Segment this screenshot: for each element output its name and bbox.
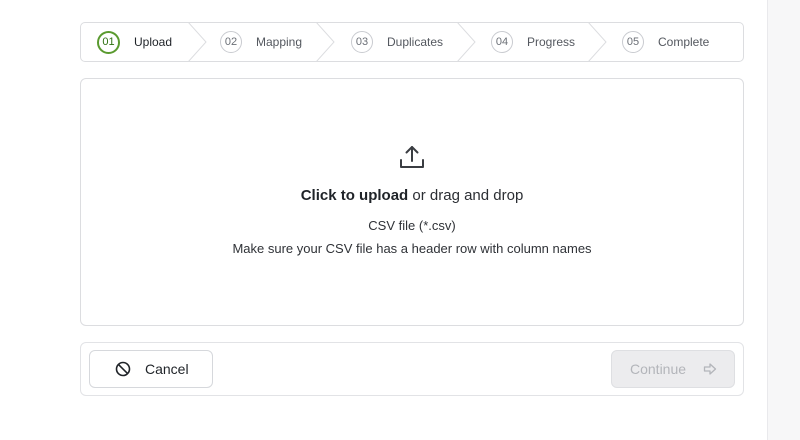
- step-progress[interactable]: 04 Progress: [491, 23, 575, 61]
- upload-icon: [400, 146, 424, 168]
- step-upload[interactable]: 01 Upload: [97, 23, 172, 61]
- ban-icon: [115, 361, 131, 377]
- upload-instruction: Click to upload or drag and drop: [0, 187, 800, 204]
- step-number: 03: [351, 31, 373, 53]
- cancel-button[interactable]: Cancel: [89, 350, 213, 388]
- file-type-hint: CSV file (*.csv): [368, 218, 456, 233]
- step-mapping[interactable]: 02 Mapping: [220, 23, 302, 61]
- step-label: Complete: [658, 35, 710, 49]
- step-number: 05: [622, 31, 644, 53]
- step-duplicates[interactable]: 03 Duplicates: [351, 23, 443, 61]
- step-label: Mapping: [256, 35, 303, 49]
- step-separator-chevron: [316, 23, 335, 61]
- step-number: 01: [97, 30, 120, 54]
- continue-label: Continue: [630, 361, 687, 377]
- click-to-upload-link[interactable]: Click to upload: [301, 187, 409, 204]
- step-separator-chevron: [588, 23, 607, 61]
- import-stepper: 01 Upload 02 Mapping 03 Duplicates 04 Pr…: [80, 22, 744, 62]
- drag-drop-text: or drag and drop: [408, 187, 524, 204]
- cancel-label: Cancel: [145, 361, 189, 377]
- step-separator-chevron: [188, 23, 207, 61]
- step-label: Upload: [134, 35, 173, 49]
- arrow-right-icon: [703, 363, 717, 375]
- continue-button[interactable]: Continue: [611, 350, 735, 388]
- step-number: 02: [220, 31, 242, 53]
- step-number: 04: [491, 31, 513, 53]
- step-separator-chevron: [457, 23, 476, 61]
- step-label: Progress: [527, 35, 576, 49]
- step-label: Duplicates: [387, 35, 444, 49]
- step-complete[interactable]: 05 Complete: [622, 23, 709, 61]
- header-row-hint: Make sure your CSV file has a header row…: [232, 241, 592, 256]
